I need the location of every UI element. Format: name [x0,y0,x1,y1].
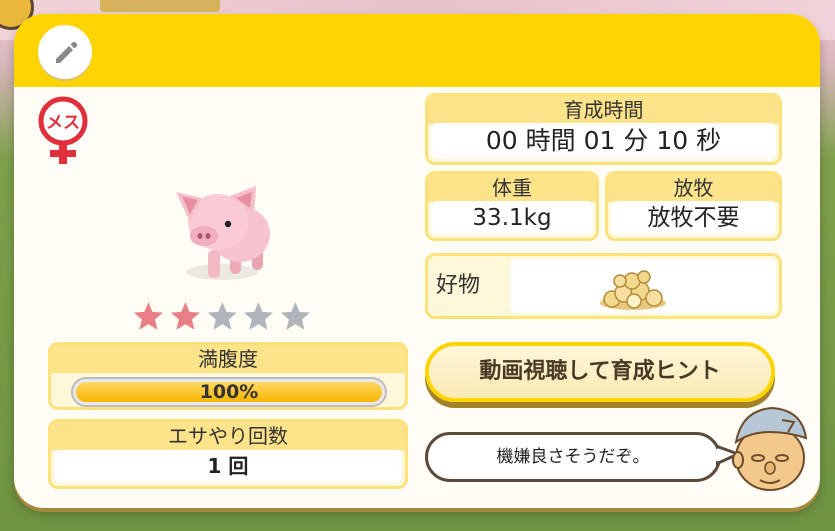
rating-stars [132,300,312,334]
advisor-speech-bubble: 機嫌良さそうだぞ。 [425,432,721,482]
panel-header [14,14,820,87]
pig-character [160,182,278,292]
grazing-value: 放牧不要 [611,201,776,235]
video-hint-button[interactable]: 動画視聴して育成ヒント [425,342,775,402]
edit-name-button[interactable] [38,25,92,79]
weight-label: 体重 [428,174,596,202]
growth-time-label: 育成時間 [428,96,779,124]
growth-time-value: 00 時間 01 分 10 秒 [431,123,776,159]
feed-count-label: エサやり回数 [51,422,405,450]
favorite-label: 好物 [436,273,481,298]
weight-box: 体重 33.1kg [425,171,599,241]
growth-time-box: 育成時間 00 時間 01 分 10 秒 [425,93,782,165]
satiety-bar: 100% [71,377,387,407]
weight-value: 33.1kg [431,201,593,235]
grain-pile-icon [600,270,666,310]
feed-count-box: エサやり回数 1 回 [48,419,408,489]
favorite-food-box: 好物 [425,253,782,319]
satiety-box: 満腹度 100% [48,342,408,410]
star-empty-icon [281,302,311,330]
star-empty-icon [244,302,274,330]
satiety-value: 100% [199,381,259,403]
star-filled-icon [133,302,163,330]
feed-count-value: 1 回 [54,450,402,483]
grazing-label: 放牧 [608,174,779,202]
pencil-icon [56,41,78,63]
female-symbol-icon: メス [36,96,90,166]
favorite-value [510,259,776,313]
gender-label: メス [46,113,80,133]
grazing-box: 放牧 放牧不要 [605,171,782,241]
star-filled-icon [170,302,200,330]
background-sign [100,0,220,12]
farmer-face-icon [728,402,808,494]
star-empty-icon [207,302,237,330]
satiety-label: 満腹度 [51,345,405,373]
